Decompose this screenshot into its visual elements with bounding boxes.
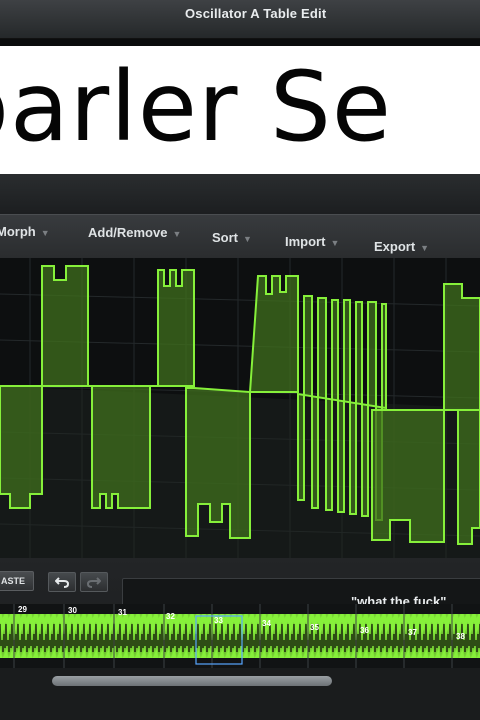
frame-strip-svg: 29 30 31 32 33 34 35 36 37 38 bbox=[0, 604, 480, 670]
frame-label: 31 bbox=[118, 608, 127, 617]
menu-import[interactable]: Import ▼ bbox=[285, 234, 339, 249]
menu-bar: Morph ▼ Add/Remove ▼ Sort ▼ Import ▼ Export ▼ bbox=[0, 214, 480, 260]
frame-label: 37 bbox=[408, 628, 417, 637]
menu-add-remove[interactable]: Add/Remove ▼ bbox=[88, 225, 181, 240]
frame-label: 32 bbox=[166, 612, 175, 621]
banner-text: parler Se bbox=[0, 51, 392, 163]
window-titlebar: Oscillator A Table Edit bbox=[0, 0, 480, 39]
chevron-down-icon: ▼ bbox=[330, 238, 340, 248]
waveform-display[interactable] bbox=[0, 258, 480, 558]
frame-label: 30 bbox=[68, 606, 77, 615]
frame-label: 35 bbox=[310, 623, 319, 632]
waveform-svg bbox=[0, 258, 480, 558]
frame-scrollbar-thumb[interactable] bbox=[52, 676, 332, 686]
menu-morph[interactable]: Morph ▼ bbox=[0, 224, 50, 239]
menu-export[interactable]: Export ▼ bbox=[374, 239, 429, 254]
frame-label: 34 bbox=[262, 619, 271, 628]
menu-sort-label: Sort bbox=[212, 230, 238, 245]
frame-label: 29 bbox=[18, 605, 27, 614]
undo-icon bbox=[55, 577, 69, 588]
frame-label: 33 bbox=[214, 616, 223, 625]
frame-label: 38 bbox=[456, 632, 465, 641]
paste-button[interactable]: ASTE bbox=[0, 571, 34, 591]
undo-button[interactable] bbox=[48, 572, 76, 592]
chevron-down-icon: ▼ bbox=[243, 234, 252, 244]
menu-export-label: Export bbox=[374, 239, 416, 254]
frame-strip[interactable]: 29 30 31 32 33 34 35 36 37 38 bbox=[0, 604, 480, 670]
redo-icon bbox=[87, 577, 101, 588]
menu-add-remove-label: Add/Remove bbox=[88, 225, 168, 240]
menu-morph-label: Morph bbox=[0, 224, 36, 239]
editor-header-band bbox=[0, 174, 480, 214]
chevron-down-icon: ▼ bbox=[40, 228, 50, 238]
chevron-down-icon: ▼ bbox=[172, 229, 182, 239]
window-title: Oscillator A Table Edit bbox=[185, 6, 327, 21]
redo-button[interactable] bbox=[80, 572, 108, 592]
menu-import-label: Import bbox=[285, 234, 326, 249]
overlay-banner: parler Se bbox=[0, 46, 480, 174]
chevron-down-icon: ▼ bbox=[420, 243, 430, 253]
menu-sort[interactable]: Sort ▼ bbox=[212, 230, 252, 245]
table-name-field[interactable]: "what the fuck" bbox=[122, 578, 480, 609]
frame-label: 36 bbox=[360, 626, 369, 635]
